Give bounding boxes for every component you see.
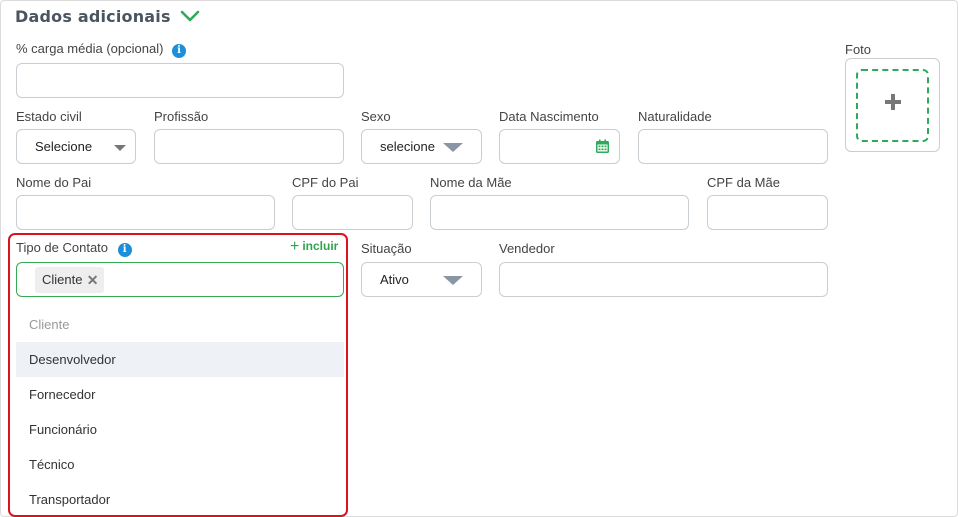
data-nascimento-input[interactable] — [499, 129, 620, 164]
info-icon[interactable]: i — [172, 44, 187, 58]
chevron-down-icon[interactable] — [180, 9, 200, 23]
dropdown-option[interactable]: Desenvolvedor — [16, 342, 344, 377]
tipo-contato-label: Tipo de Contato i — [16, 240, 132, 257]
plus-icon — [885, 94, 901, 110]
profissao-input[interactable] — [154, 129, 344, 164]
cpf-pai-input[interactable] — [292, 195, 413, 230]
tipo-contato-dropdown: Cliente Desenvolvedor Fornecedor Funcion… — [16, 307, 344, 517]
nome-mae-input[interactable] — [430, 195, 689, 230]
vendedor-input[interactable] — [499, 262, 828, 297]
estado-civil-label: Estado civil — [16, 109, 82, 124]
profissao-label: Profissão — [154, 109, 209, 124]
caret-down-icon — [443, 143, 463, 152]
estado-civil-select[interactable]: Selecione — [16, 129, 136, 164]
caret-down-icon — [114, 145, 126, 151]
carga-media-input[interactable] — [16, 63, 344, 98]
naturalidade-input[interactable] — [638, 129, 828, 164]
photo-upload[interactable] — [845, 58, 940, 152]
caret-down-icon — [443, 276, 463, 285]
dropdown-option[interactable]: Fornecedor — [16, 377, 344, 412]
situacao-select[interactable]: Ativo — [361, 262, 482, 297]
cpf-pai-label: CPF do Pai — [292, 175, 359, 190]
foto-label: Foto — [845, 42, 872, 57]
cpf-mae-input[interactable] — [707, 195, 828, 230]
vendedor-label: Vendedor — [499, 241, 555, 256]
data-nascimento-label: Data Nascimento — [499, 109, 599, 124]
calendar-icon[interactable] — [595, 139, 610, 154]
tipo-contato-multiselect[interactable]: Cliente ✕ — [16, 262, 344, 297]
close-icon[interactable]: ✕ — [87, 267, 99, 293]
sexo-select[interactable]: selecione — [361, 129, 482, 164]
selected-tag: Cliente ✕ — [35, 267, 105, 293]
photo-dropzone[interactable] — [856, 69, 929, 142]
naturalidade-label: Naturalidade — [638, 109, 712, 124]
dropdown-option: Cliente — [29, 317, 70, 332]
section-title: Dados adicionais — [15, 7, 171, 26]
additional-data-panel: Dados adicionais % carga média (opcional… — [0, 0, 958, 517]
dropdown-option[interactable]: Técnico — [16, 447, 344, 482]
info-icon[interactable]: i — [117, 243, 132, 257]
dropdown-option[interactable]: Funcionário — [16, 412, 344, 447]
carga-media-label: % carga média (opcional) i — [16, 41, 187, 58]
sexo-label: Sexo — [361, 109, 391, 124]
cpf-mae-label: CPF da Mãe — [707, 175, 780, 190]
situacao-label: Situação — [361, 241, 412, 256]
nome-mae-label: Nome da Mãe — [430, 175, 512, 190]
plus-icon: + — [290, 238, 300, 255]
dropdown-option[interactable]: Transportador — [16, 482, 344, 517]
nome-pai-input[interactable] — [16, 195, 275, 230]
nome-pai-label: Nome do Pai — [16, 175, 92, 190]
add-contact-type-button[interactable]: + incluir — [290, 238, 338, 256]
